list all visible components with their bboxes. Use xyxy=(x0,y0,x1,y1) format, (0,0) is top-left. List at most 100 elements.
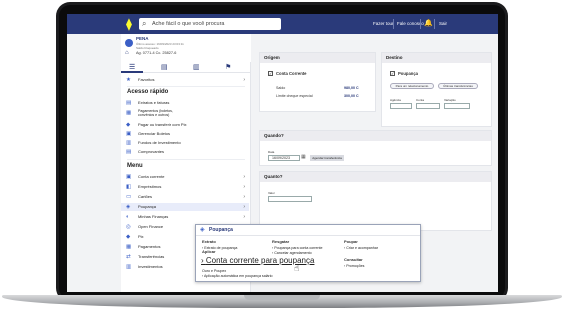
chevron-right-icon: › xyxy=(243,174,245,180)
sidebar-item-label: Empréstimos xyxy=(138,184,162,189)
aplicar-heading: Aplicar xyxy=(202,249,216,254)
ouro-poupex-link[interactable]: Ouro e Poupex xyxy=(202,269,226,273)
date-value: 16/09/2023 xyxy=(272,156,290,160)
origem-card: Origem ✓ Conta Corrente Saldo 980,00 C L… xyxy=(259,52,376,112)
account-name: PENA xyxy=(136,36,149,41)
quanto-card: Quanto? Valor xyxy=(259,171,492,231)
chevron-right-icon: › xyxy=(243,204,245,210)
sidebar-item-label: Extratos e faturas xyxy=(138,100,170,105)
pix-icon: ◆ xyxy=(126,234,131,240)
sidebar-item-label: Open Finance xyxy=(138,224,164,229)
sidebar-item-extratos[interactable]: ▤ Extratos e faturas xyxy=(121,99,249,107)
valor-label: Valor xyxy=(268,191,275,195)
sidebar-item-label: Poupança xyxy=(138,204,157,209)
flyout-title: Poupança xyxy=(209,227,233,233)
sidebar-item-label: Favoritos xyxy=(138,77,155,82)
sidebar-item-boletos[interactable]: ▣ Gerenciar Boletos xyxy=(121,130,249,138)
investment-fund-icon: ▥ xyxy=(126,140,132,146)
relationship-pill[interactable]: Para um relacionamento xyxy=(390,83,434,89)
open-finance-icon: ◎ xyxy=(126,224,131,230)
aplicacao-automatica-link[interactable]: › Aplicação automática em poupança salár… xyxy=(202,274,273,278)
piggy-bank-icon: ◈ xyxy=(200,227,205,233)
limite-value: 300,00 C xyxy=(344,94,359,98)
destino-card: Destino ✓ Poupança Para um relacionament… xyxy=(381,52,492,127)
wallet-icon: ▣ xyxy=(126,174,132,180)
menu-title: Menu xyxy=(127,163,143,169)
agencia-label: Agência xyxy=(390,98,401,102)
resgate-conta-link[interactable]: › Poupança para conta corrente xyxy=(272,246,323,250)
barcode-icon: ▦ xyxy=(126,110,132,116)
search-icon: ⌕ xyxy=(142,19,147,28)
variacao-label: Variação xyxy=(444,98,456,102)
saldo-value: 980,00 C xyxy=(344,86,359,90)
promocoes-link[interactable]: › Promoções xyxy=(344,264,364,268)
criar-acompanhar-link[interactable]: › Criar e acompanhar xyxy=(344,246,378,250)
calendar-icon[interactable]: ▦ xyxy=(301,154,306,160)
cancelar-agendamento-link[interactable]: › Cancelar agendamento xyxy=(272,251,312,255)
account-header: PENA Último acesso: 16/09/2023 23:03:11 … xyxy=(121,34,251,62)
sidebar-item-conta-corrente[interactable]: ▣ Conta corrente › xyxy=(121,173,249,181)
date-input[interactable]: 16/09/2023 xyxy=(268,155,300,161)
sidebar-item-label: Investimentos xyxy=(138,264,163,269)
bank-logo-icon[interactable]: ⧫ xyxy=(122,17,136,31)
valor-input[interactable] xyxy=(268,196,312,202)
sidebar-item-label: Fundos de Investimento xyxy=(138,140,181,145)
sidebar-item-label: Pagar ou transferir com Pix xyxy=(138,122,187,127)
home-icon[interactable]: ⌂ xyxy=(125,50,129,56)
sidebar-item-emprestimos[interactable]: ◧ Empréstimos › xyxy=(121,183,249,191)
receipt-icon: ▤ xyxy=(126,149,132,155)
sidebar-item-label: Minhas Finanças xyxy=(138,214,169,219)
document-icon[interactable]: ▤ xyxy=(161,63,168,72)
resgatar-heading: Resgatar xyxy=(272,239,290,244)
card-icon: ▭ xyxy=(126,194,132,200)
account-number: Ag. 0771-4 Cc. 25827-6 xyxy=(136,51,177,55)
destino-checkbox[interactable]: ✓ xyxy=(390,71,395,76)
pix-icon: ◆ xyxy=(126,122,131,128)
origem-checkbox-label: Conta Corrente xyxy=(276,71,307,76)
extrato-heading: Extrato xyxy=(202,239,216,244)
flag-icon[interactable]: ⚑ xyxy=(225,63,231,72)
link-label: Aplicação automática em poupança salário xyxy=(204,274,273,278)
active-tab-indicator xyxy=(121,71,143,73)
last-transfers-pill[interactable]: Últimas transferências xyxy=(438,83,478,89)
sidebar-item-label: Pix xyxy=(138,234,144,239)
star-icon: ★ xyxy=(126,77,131,83)
sidebar-item-cartoes[interactable]: ▭ Cartões › xyxy=(121,193,249,201)
limite-label: Limite cheque especial xyxy=(276,94,313,98)
investment-icon: ▥ xyxy=(126,264,132,270)
sidebar-item-pix-transfer[interactable]: ◆ Pagar ou transferir com Pix xyxy=(121,121,249,129)
sidebar-item-comprovantes[interactable]: ▤ Comprovantes xyxy=(121,148,249,156)
variacao-input[interactable] xyxy=(444,103,470,109)
sidebar-item-label: Gerenciar Boletos xyxy=(138,131,171,136)
sidebar-item-poupanca[interactable]: ◈ Poupança › xyxy=(121,203,249,211)
divider xyxy=(127,86,245,87)
finance-icon: ◐ xyxy=(126,214,130,220)
data-label: Data xyxy=(268,150,275,154)
sidebar-item-label: Transferências xyxy=(138,254,165,259)
transfer-icon: ⇄ xyxy=(126,254,131,260)
saldo-label: Saldo xyxy=(276,86,286,90)
sidebar-item-favoritos[interactable]: ★ Favoritos › xyxy=(121,76,249,84)
agencia-input[interactable] xyxy=(390,103,412,109)
sidebar-tabs: ☰ ▤ ▥ ⚑ xyxy=(121,62,251,73)
divider xyxy=(127,159,245,160)
origem-title: Origem xyxy=(260,53,375,63)
chevron-right-icon: › xyxy=(243,194,245,200)
sidebar-item-label: Comprovantes xyxy=(138,149,165,154)
link-label: Cancelar agendamento xyxy=(274,251,312,255)
destino-title: Destino xyxy=(382,53,491,63)
statement-icon: ▤ xyxy=(126,100,132,106)
conta-input[interactable] xyxy=(416,103,440,109)
link-label: Poupança para conta corrente xyxy=(274,246,323,250)
quando-card: Quando? Data 16/09/2023 ▦ Agendar transf… xyxy=(259,130,492,166)
sidebar-item-label: Conta corrente xyxy=(138,174,165,179)
sidebar-item-fundos[interactable]: ▥ Fundos de Investimento xyxy=(121,139,249,147)
chart-icon[interactable]: ▥ xyxy=(193,63,200,72)
schedule-transfer-button[interactable]: Agendar transferência xyxy=(310,155,344,161)
origem-checkbox[interactable]: ✓ xyxy=(268,71,273,76)
sidebar-item-minhas-financas[interactable]: ◐ Minhas Finanças › xyxy=(121,213,249,221)
poupar-heading: Poupar xyxy=(344,239,358,244)
avatar[interactable] xyxy=(125,39,133,47)
sidebar-item-pagamentos-boletos[interactable]: ▦ Pagamentos (boletos, convênios e outro… xyxy=(121,108,249,118)
piggy-bank-icon: ◈ xyxy=(126,204,131,210)
